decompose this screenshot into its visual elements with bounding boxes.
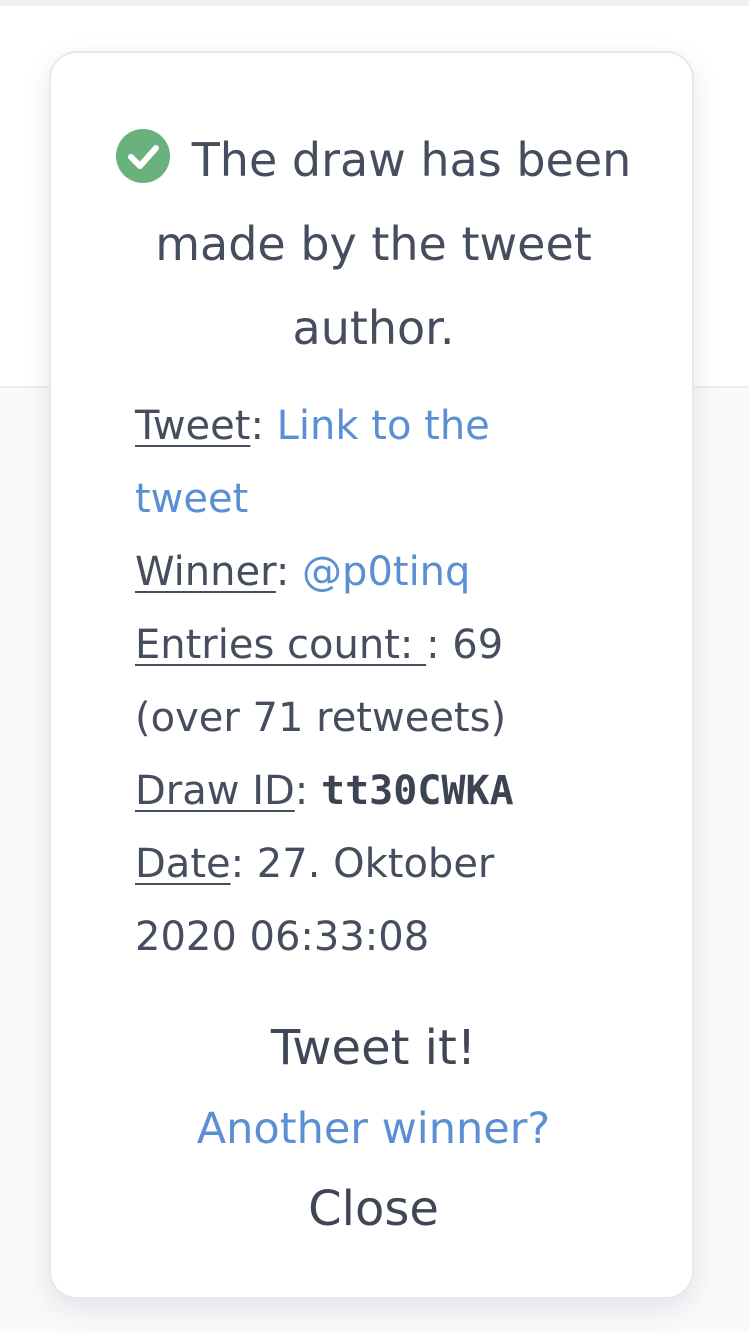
draw-id-separator: : [294, 768, 321, 814]
dialog-headline: The draw has been made by the tweet auth… [111, 118, 636, 370]
check-circle-icon [115, 129, 170, 183]
tweet-separator: : [250, 403, 277, 449]
another-winner-button[interactable]: Another winner? [197, 1087, 550, 1171]
headline-text: The draw has been made by the tweet auth… [155, 133, 632, 355]
close-button[interactable]: Close [308, 1173, 439, 1245]
entries-row: Entries count: : 69 (over 71 retweets) [135, 609, 605, 755]
dialog-actions: Tweet it! Another winner? Close [51, 1013, 696, 1245]
date-label: Date [135, 841, 231, 887]
top-divider [0, 0, 749, 6]
winner-row: Winner: @p0tinq [135, 536, 605, 609]
draw-id-row: Draw ID: tt30CWKA [135, 755, 605, 828]
winner-label: Winner [135, 549, 276, 595]
winner-handle-link[interactable]: @p0tinq [302, 549, 470, 595]
draw-details: Tweet: Link to the tweet Winner: @p0tinq… [135, 390, 605, 974]
entries-label: Entries count: [135, 622, 427, 668]
date-row: Date: 27. Oktober 2020 06:33:08 [135, 828, 605, 974]
draw-id-label: Draw ID [135, 768, 295, 814]
draw-result-dialog: The draw has been made by the tweet auth… [49, 51, 694, 1299]
tweet-label: Tweet [135, 403, 251, 449]
tweet-row: Tweet: Link to the tweet [135, 390, 605, 536]
winner-separator: : [275, 549, 303, 595]
tweet-it-button[interactable]: Tweet it! [271, 1013, 476, 1083]
draw-id-value: tt30CWKA [321, 768, 514, 814]
